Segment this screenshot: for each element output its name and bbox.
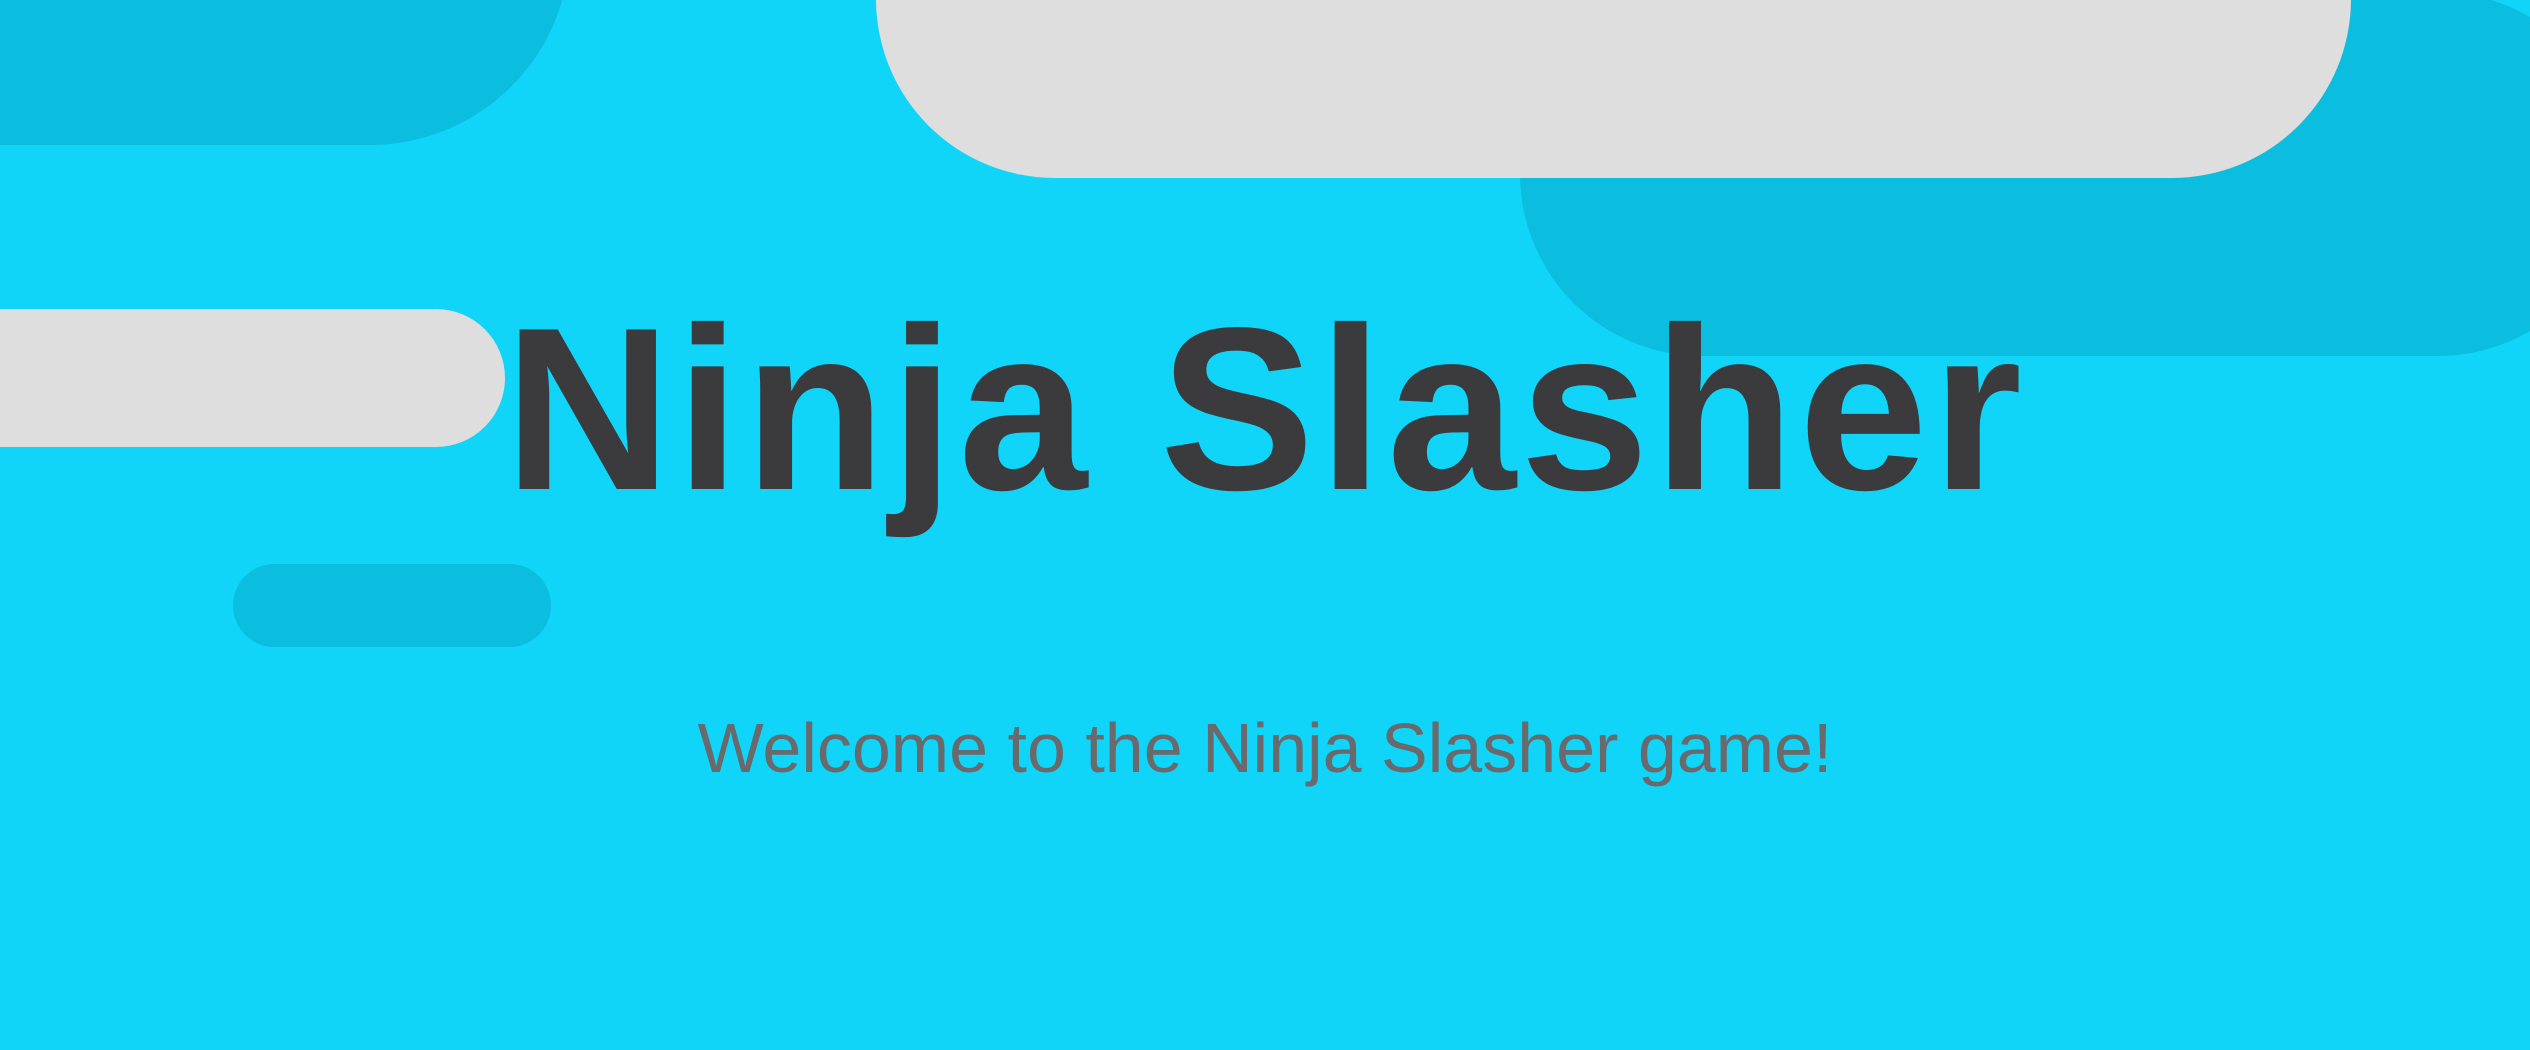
welcome-message: Welcome to the Ninja Slasher game! [697, 709, 1833, 787]
decorative-cloud-top-left [0, 0, 570, 145]
decorative-cloud-small [233, 564, 551, 647]
decorative-cloud-top-center [876, 0, 2351, 178]
game-title: Ninja Slasher [504, 280, 2026, 539]
